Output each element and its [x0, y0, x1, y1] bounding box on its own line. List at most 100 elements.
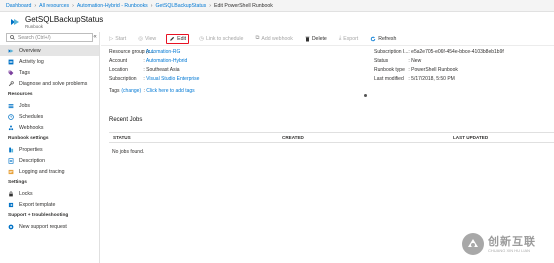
sidebar-item-locks[interactable]: Locks: [0, 188, 99, 199]
account-link[interactable]: Automation-Hybrid: [146, 58, 187, 64]
breadcrumb-runbooks[interactable]: Automation-Hybrid - Runbooks: [77, 3, 148, 9]
link-to-schedule-label: Link to schedule: [205, 35, 244, 42]
watermark-chinese-text: 创新互联: [488, 235, 536, 248]
breadcrumb-dashboard[interactable]: Dashboard: [6, 3, 31, 9]
webhook-icon: [8, 125, 14, 130]
column-header-last-updated[interactable]: LAST UPDATED: [453, 135, 488, 140]
sidebar-item-overview[interactable]: Overview: [0, 45, 99, 56]
blade-header: GetSQLBackupStatus Runbook: [0, 12, 554, 32]
breadcrumb-separator: ›: [150, 2, 153, 9]
add-webhook-button[interactable]: ⧉ Add webhook: [253, 34, 294, 44]
runbook-logo-icon: [11, 19, 19, 25]
sidebar-item-new-support-request[interactable]: New support request: [0, 221, 99, 232]
breadcrumb-separator: ›: [209, 2, 212, 9]
delete-button[interactable]: Delete: [303, 34, 329, 44]
page-subtitle: Runbook: [25, 23, 44, 29]
property-status: Status : New: [374, 58, 422, 64]
properties-icon: [9, 147, 14, 152]
property-last-modified: Last modified : 5/17/2018, 5:50 PM: [374, 76, 455, 82]
sidebar-item-label: Diagnose and solve problems: [19, 80, 88, 87]
collapse-sidebar-button[interactable]: «: [91, 33, 99, 42]
sidebar-item-webhooks[interactable]: Webhooks: [0, 122, 99, 133]
recent-jobs-title: Recent Jobs: [109, 117, 143, 123]
breadcrumb-separator: ›: [34, 2, 37, 9]
main-content: ▷ Start ◎ View Edit ◷ Link to schedule ⧉…: [101, 32, 554, 263]
property-subscription: Subscription : Visual Studio Enterprise: [109, 76, 200, 82]
download-icon: ⤓: [338, 35, 342, 41]
search-box[interactable]: Search (Ctrl+/): [6, 33, 93, 42]
watermark-english-text: CHUANG XIN HU LIAN: [488, 247, 531, 253]
sidebar-item-tags[interactable]: Tags: [0, 67, 99, 78]
section-header-runbook-settings: Runbook settings: [8, 136, 49, 141]
property-resource-group: Resource group (c... : Automation-RG: [109, 49, 181, 55]
property-location: Location : Southeast Asia: [109, 67, 180, 73]
eye-icon: ◎: [138, 35, 144, 42]
sidebar-item-label: Export template: [19, 201, 56, 208]
column-header-created[interactable]: CREATED: [282, 135, 304, 140]
sidebar-item-export-template[interactable]: Export template: [0, 199, 99, 210]
sidebar-item-diagnose[interactable]: Diagnose and solve problems: [0, 78, 99, 89]
wrench-icon: [8, 80, 14, 86]
sidebar-item-label: Overview: [19, 47, 41, 54]
section-header-resources: Resources: [8, 92, 33, 97]
sidebar-item-label: Locks: [19, 190, 33, 197]
edit-label: Edit: [177, 35, 187, 42]
recent-jobs-header: STATUS CREATED LAST UPDATED: [109, 132, 554, 143]
refresh-label: Refresh: [378, 35, 397, 42]
breadcrumb-runbook[interactable]: GetSQLBackupStatus: [156, 3, 207, 9]
start-button[interactable]: ▷ Start: [107, 34, 128, 44]
sidebar-item-logging[interactable]: Logging and tracing: [0, 166, 99, 177]
breadcrumb-separator: ›: [72, 2, 74, 9]
pencil-icon: [170, 36, 175, 41]
view-button[interactable]: ◎ View: [136, 34, 158, 44]
search-icon: [10, 35, 15, 40]
tag-icon: [8, 70, 14, 75]
refresh-icon: [371, 36, 376, 41]
sidebar-item-activity-log[interactable]: Activity log: [0, 56, 99, 67]
runbook-icon: [8, 48, 14, 53]
description-icon: [8, 157, 14, 164]
search-input[interactable]: Search (Ctrl+/): [18, 35, 89, 41]
sidebar-item-label: Description: [19, 157, 45, 164]
sidebar-item-properties[interactable]: Properties: [0, 144, 99, 155]
property-runbook-type: Runbook type : PowerShell Runbook: [374, 67, 458, 73]
clock-icon: ◷: [199, 35, 204, 42]
breadcrumb: Dashboard › All resources › Automation-H…: [0, 0, 554, 12]
sidebar-item-label: Webhooks: [19, 124, 44, 131]
start-label: Start: [115, 35, 127, 42]
export-label: Export: [343, 35, 359, 42]
sidebar-item-label: Activity log: [19, 58, 44, 65]
page-title: GetSQLBackupStatus: [25, 14, 104, 24]
export-template-icon: [8, 202, 14, 207]
section-header-support: Support + troubleshooting: [8, 213, 69, 218]
link-to-schedule-button[interactable]: ◷ Link to schedule: [197, 34, 245, 44]
sidebar-item-jobs[interactable]: Jobs: [0, 100, 99, 111]
refresh-button[interactable]: Refresh: [368, 34, 398, 44]
logging-icon: [8, 169, 14, 174]
breadcrumb-all-resources[interactable]: All resources: [39, 3, 69, 9]
edit-button[interactable]: Edit: [166, 33, 190, 44]
jobs-icon: [8, 103, 14, 108]
trash-icon: [305, 36, 310, 41]
sidebar-item-label: Tags: [19, 69, 30, 76]
sidebar-item-label: Jobs: [19, 102, 30, 109]
resource-group-link[interactable]: Automation-RG: [146, 49, 180, 55]
essentials-collapse-toggle[interactable]: [364, 94, 367, 97]
sidebar-item-schedules[interactable]: Schedules: [0, 111, 99, 122]
sidebar-item-label: Schedules: [19, 113, 44, 120]
add-tags-link[interactable]: Click here to add tags: [146, 88, 194, 94]
property-tags: Tags (change) : Click here to add tags: [109, 88, 195, 94]
sidebar-item-label: New support request: [19, 223, 67, 230]
watermark-logo-icon: [462, 233, 484, 255]
lock-icon: [9, 190, 13, 196]
tags-change-link[interactable]: (change): [121, 88, 141, 94]
property-subscription-id: Subscription I... : e5a2e705-e06f-454e-b…: [374, 49, 504, 55]
sidebar-item-description[interactable]: Description: [0, 155, 99, 166]
section-header-settings: Settings: [8, 180, 27, 185]
empty-jobs-message: No jobs found.: [112, 149, 145, 155]
activity-log-icon: [8, 59, 14, 64]
export-button[interactable]: ⤓ Export: [337, 34, 360, 44]
delete-label: Delete: [311, 35, 327, 42]
column-header-status[interactable]: STATUS: [113, 135, 131, 140]
subscription-link[interactable]: Visual Studio Enterprise: [146, 76, 199, 82]
